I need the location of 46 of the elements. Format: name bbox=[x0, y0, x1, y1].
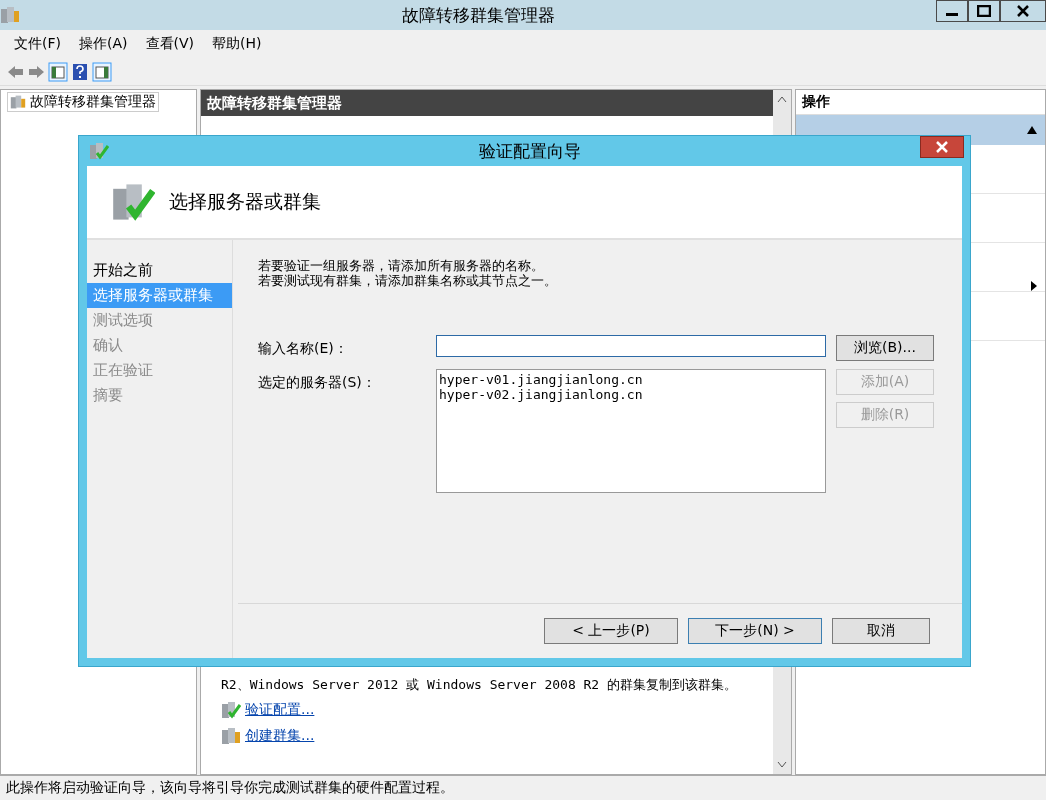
help-icon[interactable] bbox=[72, 62, 88, 81]
panel-icon[interactable] bbox=[48, 61, 68, 82]
description-text: R2、Windows Server 2012 或 Windows Server 2008 R2 的群集复制到该群集。 bbox=[221, 676, 739, 694]
field-label: 选定的服务器(S)： bbox=[258, 373, 377, 392]
action-link[interactable]: 创建群集... bbox=[245, 727, 315, 745]
instruction-text: 若要测试现有群集，请添加群集名称或其节点之一。 bbox=[258, 273, 558, 288]
window-title: 故障转移群集管理器 bbox=[400, 3, 556, 27]
maximize-button[interactable] bbox=[968, 0, 1000, 22]
close-button[interactable] bbox=[1000, 0, 1046, 22]
close-icon bbox=[936, 141, 948, 153]
status-text: 此操作将启动验证向导，该向导将引导你完成测试群集的硬件配置过程。 bbox=[0, 775, 1046, 800]
wizard-button[interactable]: 下一步(N) > bbox=[688, 618, 822, 644]
app-icon bbox=[0, 5, 20, 25]
wizard-button[interactable]: 取消 bbox=[832, 618, 930, 644]
wizard-icon bbox=[89, 141, 109, 161]
wizard-step[interactable]: 开始之前 bbox=[87, 258, 232, 283]
forward-arrow-icon[interactable] bbox=[28, 64, 44, 79]
minimize-icon bbox=[946, 13, 958, 16]
menu-item[interactable]: 查看(V) bbox=[137, 33, 202, 55]
server-icon bbox=[221, 700, 241, 720]
submenu-arrow-icon[interactable] bbox=[1031, 281, 1037, 291]
menu-item[interactable]: 帮助(H) bbox=[204, 33, 270, 55]
server-icon bbox=[221, 726, 241, 746]
page-heading: 选择服务器或群集 bbox=[169, 189, 321, 214]
name-field[interactable] bbox=[436, 335, 826, 357]
dialog-title: 验证配置向导 bbox=[477, 139, 582, 163]
server-list[interactable]: hyper-v01.jiangjianlong.cn hyper-v02.jiangjianlong.cn bbox=[436, 369, 826, 493]
field-label: 输入名称(E)： bbox=[258, 339, 349, 358]
instruction-text: 若要验证一组服务器，请添加所有服务器的名称。 bbox=[258, 258, 545, 273]
list-item[interactable]: hyper-v02.jiangjianlong.cn bbox=[439, 387, 823, 402]
action-link[interactable]: 验证配置... bbox=[245, 701, 315, 719]
menu-item[interactable]: 操作(A) bbox=[71, 33, 136, 55]
close-button[interactable] bbox=[920, 136, 964, 158]
tree-item[interactable]: 故障转移群集管理器 bbox=[7, 92, 159, 112]
browse-button[interactable]: 浏览(B)... bbox=[836, 335, 934, 361]
wizard-button[interactable]: < 上一步(P) bbox=[544, 618, 678, 644]
list-item[interactable]: hyper-v01.jiangjianlong.cn bbox=[439, 372, 823, 387]
cluster-icon bbox=[10, 94, 26, 110]
panel-header: 故障转移群集管理器 bbox=[201, 90, 773, 116]
collapse-arrow-icon[interactable] bbox=[1027, 126, 1037, 134]
menu-item[interactable]: 文件(F) bbox=[6, 33, 69, 55]
back-arrow-icon[interactable] bbox=[8, 64, 24, 79]
minimize-button[interactable] bbox=[936, 0, 968, 22]
panel-icon[interactable] bbox=[92, 61, 112, 82]
close-icon bbox=[1017, 5, 1029, 17]
maximize-icon bbox=[977, 5, 991, 17]
